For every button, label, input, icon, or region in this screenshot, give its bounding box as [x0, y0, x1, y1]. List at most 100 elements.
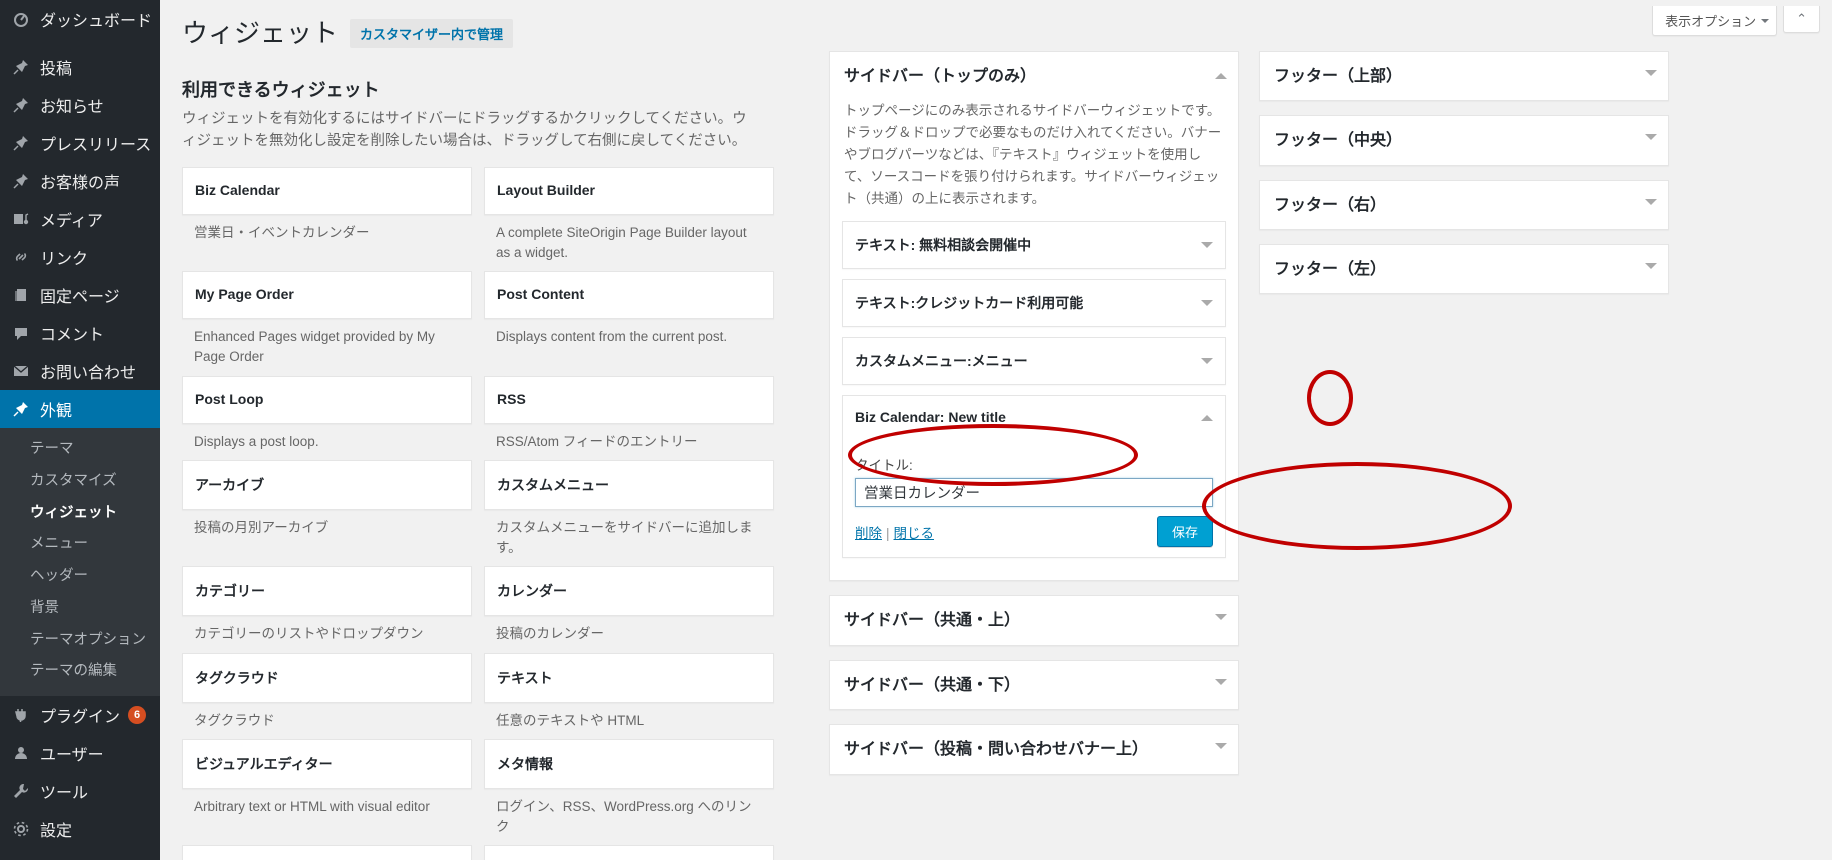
widgets-admin-screen: ダッシュボード 投稿 お知らせ プレスリリース お客様の声 メディア リンク 固… [0, 0, 1832, 860]
sidebar-item-news[interactable]: お知らせ [0, 86, 160, 124]
sidebar-widget-header[interactable]: テキスト:クレジットカード利用可能 [843, 280, 1225, 326]
widget-card[interactable]: アーカイブ [182, 459, 472, 510]
admin-sidebar: ダッシュボード 投稿 お知らせ プレスリリース お客様の声 メディア リンク 固… [0, 0, 168, 860]
widget-title: My Page Order [195, 286, 294, 303]
widget-area-header[interactable]: サイドバー（投稿・問い合わせバナー上） [830, 725, 1238, 773]
sidebar-item-widgets[interactable]: ウィジェット [0, 498, 160, 530]
sidebar-widget-header[interactable]: Biz Calendar: New title [843, 396, 1225, 440]
widget-card[interactable]: カテゴリー [182, 566, 472, 617]
widget-title: ビジュアルエディター [195, 755, 333, 772]
sidebar-item-label: リンク [40, 251, 89, 268]
close-link[interactable]: 閉じる [894, 526, 935, 541]
widget-description: カテゴリーのリストやドロップダウン [194, 626, 424, 642]
widget-card[interactable]: My Page Order [182, 271, 472, 320]
sidebar-item-themes[interactable]: テーマ [0, 434, 160, 466]
chevron-down-icon[interactable] [1201, 358, 1213, 370]
widget-area-title: サイドバー（共通・下） [844, 676, 1021, 694]
settings-icon [11, 819, 31, 839]
available-widgets-heading: 利用できるウィジェット [182, 79, 380, 100]
sidebar-item-menus[interactable]: メニュー [0, 529, 160, 561]
widget-card[interactable]: Biz Calendar [182, 166, 472, 215]
widget-card[interactable]: RSS [484, 375, 774, 424]
available-widget: テキスト 任意のテキストや HTML [484, 652, 774, 731]
manage-in-customizer-button[interactable]: カスタマイザー内で管理 [350, 19, 514, 49]
widget-area-header[interactable]: サイドバー（共通・上） [830, 596, 1238, 644]
sidebar-item-customize[interactable]: カスタマイズ [0, 466, 160, 498]
widget-area-body: テキスト: 無料相談会開催中 テキスト:クレジットカード利用可能 カスタムメニュ… [830, 221, 1238, 580]
widget-description: ログイン、RSS、WordPress.org へのリンク [496, 798, 752, 835]
sidebar-item-label: ツール [40, 785, 89, 802]
title-input[interactable] [855, 478, 1213, 508]
chevron-down-icon[interactable] [1215, 614, 1227, 626]
chevron-down-icon [1761, 18, 1770, 27]
chevron-down-icon[interactable] [1645, 134, 1657, 146]
sidebar-widget-header[interactable]: カスタムメニュー:メニュー [843, 338, 1225, 384]
widget-card[interactable]: Layout Builder [484, 166, 774, 215]
widget-title: Biz Calendar [195, 181, 280, 198]
sidebar-item-background[interactable]: 背景 [0, 593, 160, 625]
footer-areas-column: フッター（上部） フッター（中央） フッター（右） フッター（左） [1259, 50, 1669, 309]
chevron-down-icon[interactable] [1201, 242, 1213, 254]
sidebar-item-contact[interactable]: お問い合わせ [0, 352, 160, 390]
chevron-down-icon[interactable] [1201, 300, 1213, 312]
sidebar-item-media[interactable]: メディア [0, 200, 160, 238]
widget-card[interactable]: テキスト [484, 652, 774, 703]
widget-card[interactable]: 固定ページ [484, 845, 774, 860]
widget-description: Displays content from the current post. [496, 329, 728, 345]
media-icon [11, 209, 31, 229]
sidebar-item-label: お問い合わせ [40, 365, 137, 382]
widget-card[interactable]: メタ情報 [484, 738, 774, 789]
available-widget: カスタムメニュー カスタムメニューをサイドバーに追加します。 [484, 459, 774, 559]
sidebar-item-links[interactable]: リンク [0, 238, 160, 276]
sidebar-item-tools[interactable]: ツール [0, 772, 160, 810]
widget-area-header[interactable]: フッター（中央） [1260, 116, 1668, 164]
sidebar-item-pages[interactable]: 固定ページ [0, 276, 160, 314]
page-title: ウィジェット [182, 18, 339, 48]
screen-options-toggle[interactable]: 表示オプション [1652, 6, 1778, 36]
sidebar-item-header[interactable]: ヘッダー [0, 561, 160, 593]
chevron-down-icon[interactable] [1215, 678, 1227, 691]
widget-area-header[interactable]: フッター（左） [1260, 245, 1668, 293]
available-widget: 固定ページ 固定ページ一覧 [484, 845, 774, 860]
sidebar-item-comments[interactable]: コメント [0, 314, 160, 352]
sidebar-item-plugins[interactable]: プラグイン 6 [0, 696, 160, 734]
save-button[interactable]: 保存 [1156, 516, 1213, 548]
pin-icon [11, 133, 31, 153]
widget-title: Layout Builder [497, 181, 596, 198]
widget-card[interactable]: ビジュアルエディター [182, 738, 472, 789]
widget-card[interactable]: Post Loop [182, 375, 472, 424]
chevron-up-icon[interactable] [1215, 67, 1227, 79]
sidebar-item-testimonials[interactable]: お客様の声 [0, 162, 160, 200]
sidebar-item-appearance[interactable]: 外観 [0, 390, 168, 428]
sidebar-item-press-release[interactable]: プレスリリース [0, 124, 160, 162]
widget-card[interactable]: タグクラウド [182, 652, 472, 703]
widget-area-header[interactable]: フッター（右） [1260, 181, 1668, 229]
sidebar-item-dashboard[interactable]: ダッシュボード [0, 0, 160, 38]
widget-area-header[interactable]: フッター（上部） [1260, 52, 1668, 100]
widget-area-sidebar-common-top: サイドバー（共通・上） [829, 595, 1239, 646]
chevron-down-icon[interactable] [1645, 262, 1657, 275]
sidebar-item-settings[interactable]: 設定 [0, 810, 160, 848]
available-widget: メタ情報 ログイン、RSS、WordPress.org へのリンク [484, 738, 774, 838]
link-separator: | [886, 525, 890, 541]
sidebar-item-users[interactable]: ユーザー [0, 734, 160, 772]
tools-icon [11, 781, 31, 801]
chevron-down-icon[interactable] [1215, 743, 1227, 755]
sidebar-item-theme-options[interactable]: テーマオプション [0, 625, 160, 657]
widget-area-header[interactable]: サイドバー（トップのみ） [830, 52, 1238, 100]
sidebar-widget-header[interactable]: テキスト: 無料相談会開催中 [843, 222, 1225, 268]
widget-card[interactable]: カレンダー [484, 566, 774, 617]
chevron-down-icon[interactable] [1645, 198, 1657, 211]
widget-card[interactable]: Post Content [484, 271, 774, 320]
chevron-up-icon[interactable] [1201, 409, 1213, 422]
delete-link[interactable]: 削除 [855, 526, 882, 541]
widget-area-header[interactable]: サイドバー（共通・下） [830, 661, 1238, 709]
sidebar-item-posts[interactable]: 投稿 [0, 48, 160, 86]
help-toggle[interactable]: ⌃ [1783, 6, 1820, 33]
widget-card[interactable]: カスタムメニュー [484, 459, 774, 510]
chevron-down-icon[interactable] [1645, 69, 1657, 82]
widget-card[interactable]: リンク [182, 845, 472, 860]
widget-area-title: フッター（中央） [1274, 132, 1403, 150]
available-widget: リンク リンクを表示 [182, 845, 472, 860]
sidebar-item-theme-editor[interactable]: テーマの編集 [0, 656, 160, 688]
